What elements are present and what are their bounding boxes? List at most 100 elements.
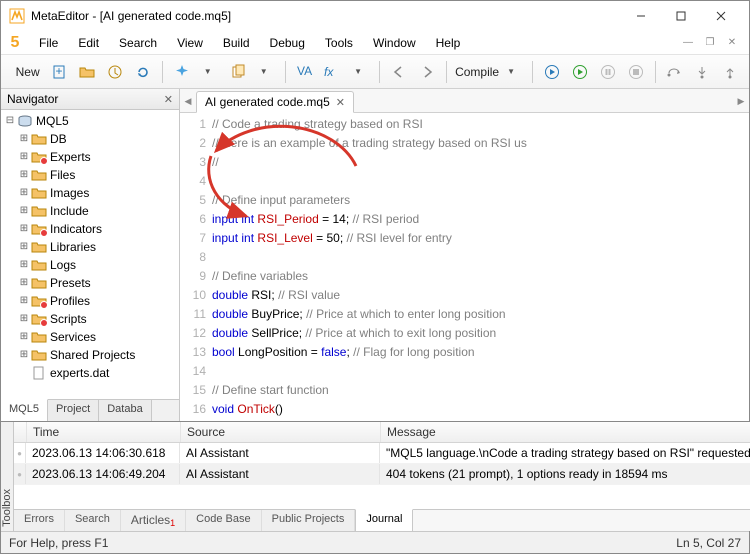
nav-back-button[interactable]	[386, 59, 412, 85]
journal-row[interactable]: ●2023.06.13 14:06:49.204AI Assistant404 …	[14, 464, 750, 485]
tab-errors[interactable]: Errors	[14, 510, 65, 531]
code-line[interactable]: 12double SellPrice; // Price at which to…	[180, 324, 749, 343]
new-blank-button[interactable]: +	[46, 59, 72, 85]
status-help-text: For Help, press F1	[9, 536, 108, 550]
file-tab-bar: ◀ AI generated code.mq5 ✕ ▶	[180, 89, 749, 113]
title-bar: MetaEditor - [AI generated code.mq5]	[1, 1, 749, 31]
file-tab-close-icon[interactable]: ✕	[336, 96, 345, 109]
run-button[interactable]	[567, 59, 593, 85]
ai-sparkle-dropdown[interactable]: ▼	[197, 59, 223, 85]
tree-item[interactable]: ⊞Experts	[1, 148, 179, 166]
col-source[interactable]: Source	[181, 422, 381, 442]
step-out-button[interactable]	[717, 59, 743, 85]
menu-search[interactable]: Search	[109, 33, 167, 53]
code-editor[interactable]: 1// Code a trading strategy based on RSI…	[180, 113, 749, 421]
ai-sparkle-button[interactable]	[169, 59, 195, 85]
tree-item[interactable]: ⊞Include	[1, 202, 179, 220]
tab-scroll-left-icon[interactable]: ◀	[182, 93, 194, 109]
tree-item[interactable]: ⊞Logs	[1, 256, 179, 274]
mdi-close-icon[interactable]: ✕	[723, 36, 741, 50]
stop-button[interactable]	[623, 59, 649, 85]
tab-articles[interactable]: Articles1	[121, 510, 186, 531]
tree-item[interactable]: ⊞DB	[1, 130, 179, 148]
code-line[interactable]: 7input int RSI_Level = 50; // RSI level …	[180, 229, 749, 248]
navtab-project[interactable]: Project	[48, 400, 99, 421]
code-line[interactable]: 10double RSI; // RSI value	[180, 286, 749, 305]
nav-forward-button[interactable]	[414, 59, 440, 85]
tree-item[interactable]: ⊞Indicators	[1, 220, 179, 238]
tab-scroll-right-icon[interactable]: ▶	[735, 93, 747, 109]
tab-search[interactable]: Search	[65, 510, 121, 531]
code-line[interactable]: 13bool LongPosition = false; // Flag for…	[180, 343, 749, 362]
new-button[interactable]: New	[7, 59, 44, 85]
compile-dropdown[interactable]: ▼	[500, 59, 526, 85]
menu-build[interactable]: Build	[213, 33, 260, 53]
menu-debug[interactable]: Debug	[260, 33, 315, 53]
tree-item[interactable]: ⊞Services	[1, 328, 179, 346]
debug-start-button[interactable]	[539, 59, 565, 85]
maximize-button[interactable]	[661, 2, 701, 30]
menu-tools[interactable]: Tools	[315, 33, 363, 53]
menu-help[interactable]: Help	[426, 33, 471, 53]
fx-dropdown[interactable]: ▼	[347, 59, 373, 85]
compile-button[interactable]: Compile	[452, 59, 498, 85]
tree-item[interactable]: ⊞Files	[1, 166, 179, 184]
copy-button[interactable]	[225, 59, 251, 85]
fx-button[interactable]: fx	[319, 59, 345, 85]
menu-view[interactable]: View	[167, 33, 213, 53]
var-button[interactable]: VAR	[291, 59, 317, 85]
mdi-minimize-icon[interactable]: —	[679, 36, 697, 50]
code-line[interactable]: 2// Here is an example of a trading stra…	[180, 134, 749, 153]
copy-dropdown[interactable]: ▼	[253, 59, 279, 85]
step-into-button[interactable]	[689, 59, 715, 85]
menu-window[interactable]: Window	[363, 33, 426, 53]
code-line[interactable]: 5// Define input parameters	[180, 191, 749, 210]
col-message[interactable]: Message	[381, 422, 750, 442]
tree-item[interactable]: ⊞Profiles	[1, 292, 179, 310]
tree-item[interactable]: ⊞Images	[1, 184, 179, 202]
toolbox-side-label: Toolbox	[1, 489, 13, 527]
file-tab[interactable]: AI generated code.mq5 ✕	[196, 91, 354, 113]
tree-item[interactable]: ⊞Shared Projects	[1, 346, 179, 364]
menu-edit[interactable]: Edit	[68, 33, 109, 53]
code-line[interactable]: 9// Define variables	[180, 267, 749, 286]
close-button[interactable]	[701, 2, 741, 30]
toolbar: New + ▼ ▼ VAR fx ▼ Compile ▼	[1, 55, 749, 89]
pause-button[interactable]	[595, 59, 621, 85]
app-icon	[9, 8, 25, 24]
code-line[interactable]: 1// Code a trading strategy based on RSI	[180, 115, 749, 134]
tree-item[interactable]: ⊞Libraries	[1, 238, 179, 256]
code-line[interactable]: 4	[180, 172, 749, 191]
code-line[interactable]: 15// Define start function	[180, 381, 749, 400]
tree-item[interactable]: experts.dat	[1, 364, 179, 382]
code-line[interactable]: 11double BuyPrice; // Price at which to …	[180, 305, 749, 324]
code-line[interactable]: 14	[180, 362, 749, 381]
navtab-mql5[interactable]: MQL5	[1, 399, 48, 421]
col-marker	[14, 422, 27, 442]
tree-root[interactable]: ⊟MQL5	[1, 112, 179, 130]
save-button[interactable]	[102, 59, 128, 85]
minimize-button[interactable]	[621, 2, 661, 30]
tab-codebase[interactable]: Code Base	[186, 510, 261, 531]
tab-journal[interactable]: Journal	[355, 509, 413, 531]
navtab-database[interactable]: Databa	[99, 400, 151, 421]
code-line[interactable]: 3//	[180, 153, 749, 172]
menu-file[interactable]: File	[29, 33, 68, 53]
navigator-close-icon[interactable]: ✕	[164, 93, 173, 106]
code-line[interactable]: 8	[180, 248, 749, 267]
code-line[interactable]: 6input int RSI_Period = 14; // RSI perio…	[180, 210, 749, 229]
open-button[interactable]	[74, 59, 100, 85]
file-tab-label: AI generated code.mq5	[205, 95, 330, 109]
journal-row[interactable]: ●2023.06.13 14:06:30.618AI Assistant"MQL…	[14, 443, 750, 464]
tree-item[interactable]: ⊞Scripts	[1, 310, 179, 328]
journal-table[interactable]: Time Source Message ●2023.06.13 14:06:30…	[14, 422, 750, 509]
mdi-restore-icon[interactable]: ❐	[701, 36, 719, 50]
step-over-button[interactable]	[661, 59, 687, 85]
tree-item[interactable]: ⊞Presets	[1, 274, 179, 292]
tab-public-projects[interactable]: Public Projects	[262, 510, 356, 531]
refresh-button[interactable]	[130, 59, 156, 85]
col-time[interactable]: Time	[27, 422, 181, 442]
toolbox-side-tab[interactable]: Toolbox	[1, 422, 14, 531]
code-line[interactable]: 16void OnTick()	[180, 400, 749, 419]
navigator-tree[interactable]: ⊟MQL5⊞DB⊞Experts⊞Files⊞Images⊞Include⊞In…	[1, 110, 179, 399]
